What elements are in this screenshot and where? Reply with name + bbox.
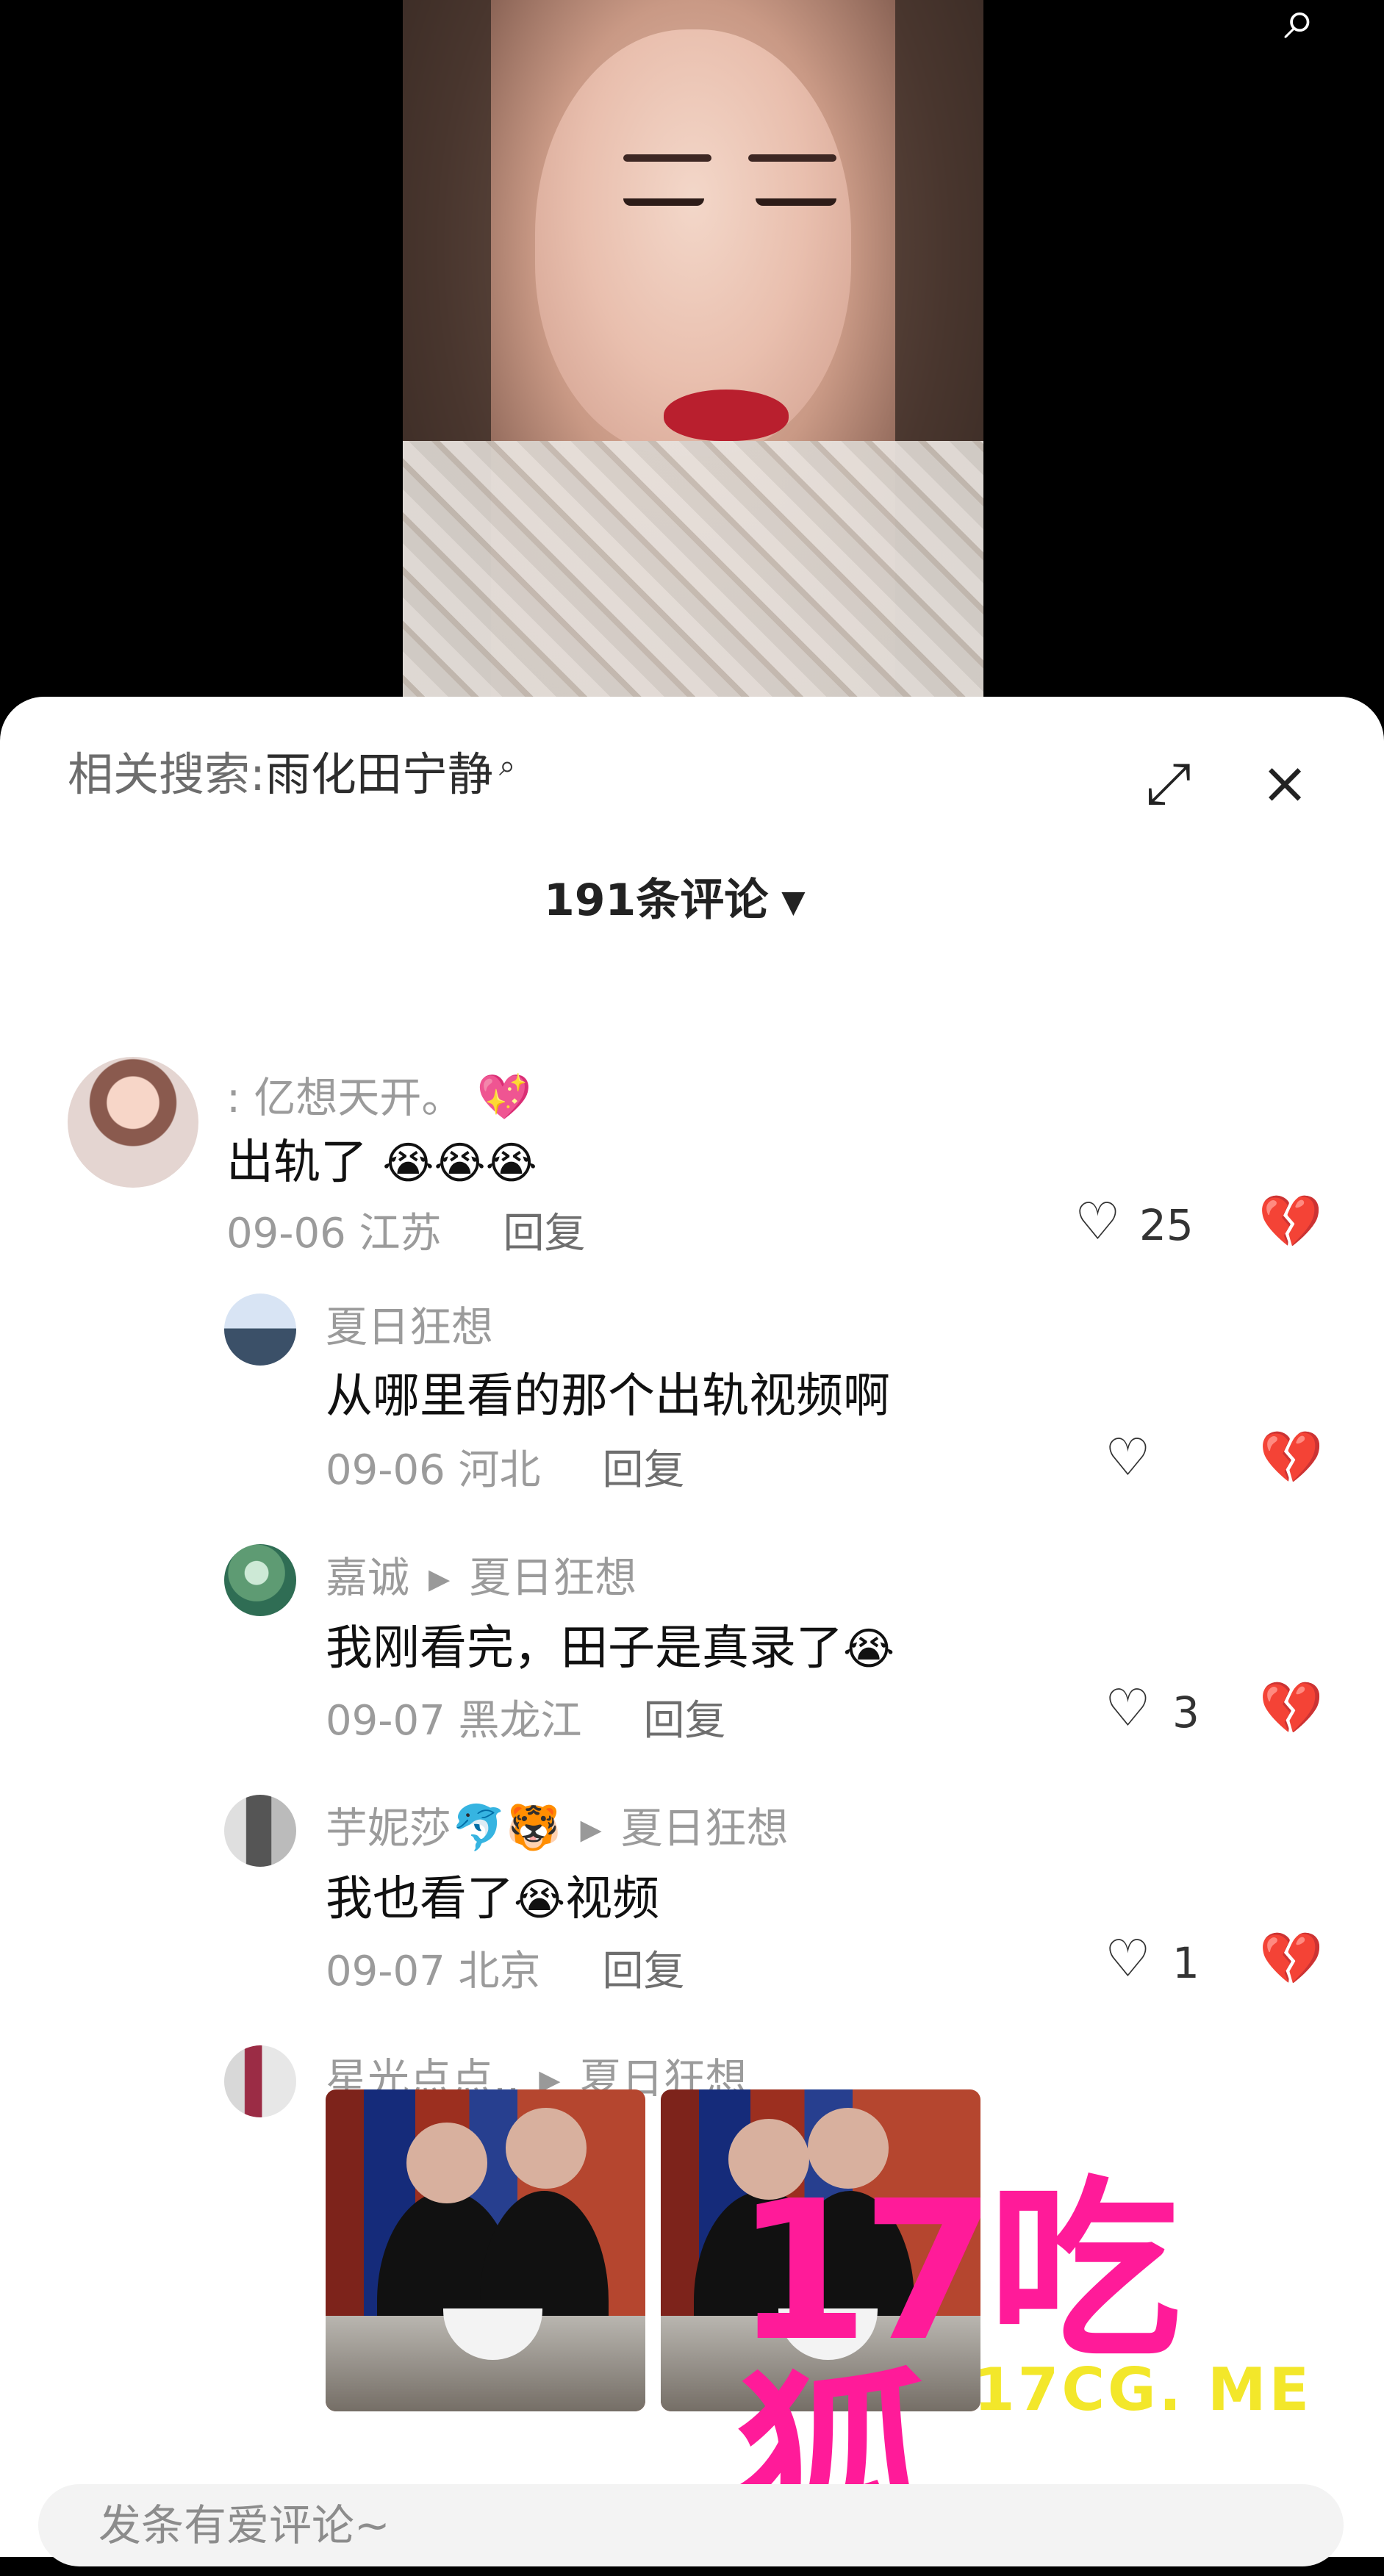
face [535,29,851,456]
reply-button[interactable]: 回复 [644,1697,726,1745]
comment-text-after: 视频 [565,1872,660,1926]
comment-meta: 09-07 北京 回复 [326,1938,685,1998]
avatar[interactable] [224,1795,296,1867]
crying-face-icon: 😭 [434,1138,486,1189]
comment-location: 北京 [458,1948,541,1995]
comment-item: : 亿想天开。 💖 出轨了 😭😭😭 09-06 江苏 回复 ♡ 25 💔 [68,1057,1322,1277]
comment-count-text: 191条评论 [544,875,769,926]
comment-meta: 09-07 黑龙江 回复 [326,1687,726,1747]
reply-item: 嘉诚 ▶ 夏日狂想 我刚看完，田子是真录了😭 09-07 黑龙江 回复 ♡ 3 💔 [224,1544,1384,1745]
sheet-header: 相关搜索:雨化田宁静 ⌕ ⤢ × [68,747,1354,823]
related-prefix: 相关搜索: [68,747,265,801]
expand-icon[interactable]: ⤢ [1135,750,1202,817]
reply-target[interactable]: 夏日狂想 [621,1804,789,1853]
comment-author-name: 嘉诚 [326,1554,409,1602]
comment-location: 江苏 [359,1210,442,1257]
right-eye [756,198,836,206]
reply-button[interactable]: 回复 [503,1210,586,1257]
dolphin-icon: 🐬 [451,1802,506,1854]
avatar[interactable] [68,1057,198,1188]
reply-button[interactable]: 回复 [603,1446,685,1494]
reply-item: 星光点点.. ▶ 夏日狂想 [224,2045,1384,2457]
heart-icon[interactable]: ♡ [1105,1929,1151,1989]
comment-date: 09-06 [226,1210,346,1257]
broken-heart-icon[interactable]: 💔 [1259,1929,1323,1990]
crying-face-icon: 😭 [485,1138,537,1189]
avatar[interactable] [224,2045,296,2117]
crying-face-icon: 😭 [514,1874,566,1926]
related-keyword[interactable]: 雨化田宁静 [265,747,493,801]
reply-item: 夏日狂想 从哪里看的那个出轨视频啊 09-06 河北 回复 ♡ 💔 [224,1294,1384,1494]
reply-button[interactable]: 回复 [603,1948,685,1995]
heart-icon[interactable]: ♡ [1075,1191,1121,1252]
reply-arrow-icon: ▶ [580,1813,602,1845]
comment-text-content: 我刚看完，田子是真录了 [326,1621,843,1676]
comment-meta: 09-06 河北 回复 [326,1437,685,1496]
search-icon: ⌕ [498,749,516,783]
close-icon[interactable]: × [1251,750,1319,817]
broken-heart-icon[interactable]: 💔 [1259,1678,1323,1739]
heart-icon[interactable]: ♡ [1105,1678,1151,1738]
tiger-face-icon: 🐯 [506,1802,562,1854]
crying-face-icon: 😭 [843,1624,895,1675]
like-count: 3 [1172,1687,1200,1737]
comment-text: 我刚看完，田子是真录了😭 [326,1610,894,1678]
comment-text: 我也看了😭视频 [326,1861,659,1929]
video-area: ⌕ [0,0,1384,706]
crying-face-icon: 😭 [382,1138,434,1189]
reply-target[interactable]: 夏日狂想 [469,1554,637,1602]
avatar[interactable] [224,1294,296,1366]
image-person-head [728,2119,809,2200]
like-count: 25 [1139,1200,1194,1250]
right-brow [748,154,836,162]
comment-image[interactable] [326,2089,645,2411]
reply-arrow-icon: ▶ [429,1563,451,1595]
broken-heart-icon[interactable]: 💔 [1259,1427,1323,1488]
comment-text-before: 我也看了 [326,1872,514,1926]
comment-input[interactable]: 发条有爱评论~ [38,2484,1344,2566]
heart-emoji-icon: 💖 [476,1072,532,1123]
left-brow [623,154,711,162]
comment-author[interactable]: 芋妮莎🐬🐯 ▶ 夏日狂想 [326,1795,789,1855]
broken-heart-icon[interactable]: 💔 [1258,1191,1322,1252]
comment-text: 从哪里看的那个出轨视频啊 [326,1369,890,1424]
comment-author[interactable]: 夏日狂想 [326,1294,493,1354]
left-eye [623,198,704,206]
comment-image[interactable] [661,2089,980,2411]
comment-author[interactable]: : 亿想天开。 💖 [226,1064,531,1124]
image-person-head [808,2108,889,2189]
comment-location: 黑龙江 [458,1697,582,1745]
heart-icon[interactable]: ♡ [1105,1427,1151,1488]
reply-item: 芋妮莎🐬🐯 ▶ 夏日狂想 我也看了😭视频 09-07 北京 回复 ♡ 1 💔 [224,1795,1384,1995]
comment-date: 09-07 [326,1948,445,1995]
comment-text: 出轨了 😭😭😭 [226,1124,537,1192]
comment-text-content: 出轨了 [226,1135,367,1190]
comment-author[interactable]: 嘉诚 ▶ 夏日狂想 [326,1544,637,1604]
image-person-head [506,2108,587,2189]
comment-location: 河北 [458,1446,541,1494]
chevron-down-icon: ▼ [781,883,806,919]
video-frame [403,0,983,706]
image-person-head [406,2123,487,2203]
related-search[interactable]: 相关搜索:雨化田宁静 ⌕ [68,747,516,801]
like-count: 1 [1172,1938,1200,1988]
comment-author-name: 芋妮莎 [326,1804,451,1853]
comment-count[interactable]: 191条评论 ▼ [544,864,806,928]
comment-date: 09-06 [326,1446,445,1494]
comment-meta: 09-06 江苏 回复 [226,1200,586,1260]
dress-pattern [403,441,983,706]
avatar[interactable] [224,1544,296,1616]
lips [664,390,789,441]
comments-sheet: 相关搜索:雨化田宁静 ⌕ ⤢ × 191条评论 ▼ : 亿想天开。 💖 出轨了 😭😭… [0,697,1384,2557]
comment-date: 09-07 [326,1697,445,1745]
search-icon[interactable]: ⌕ [1284,0,1355,62]
comment-author-name: 亿想天开。 [254,1074,464,1122]
